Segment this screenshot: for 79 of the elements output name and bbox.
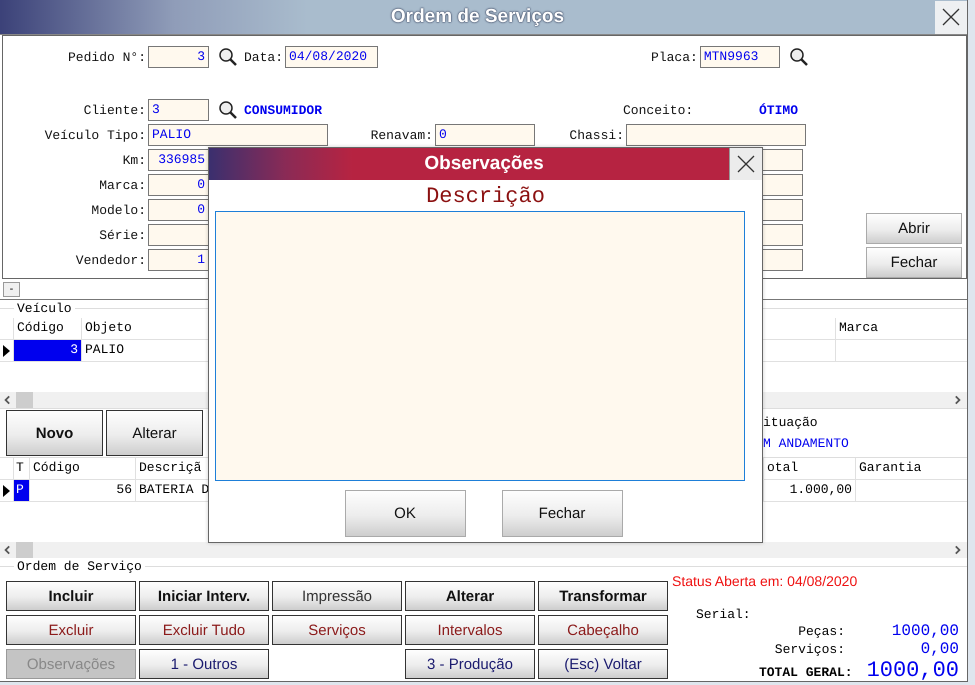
- input-field[interactable]: MTN9963: [700, 46, 780, 68]
- field-label: Chassi:: [568, 128, 624, 142]
- column-header: T: [13, 458, 29, 479]
- command-button[interactable]: (Esc) Voltar: [538, 649, 668, 679]
- field-label: Modelo:: [90, 202, 146, 218]
- dialog-button[interactable]: OK: [344, 490, 466, 537]
- column-header: Marca: [835, 318, 967, 339]
- group-title: Ordem de Serviço: [14, 559, 145, 574]
- field-label: Conceito:: [623, 102, 694, 118]
- field-label: Km:: [122, 152, 146, 168]
- command-button[interactable]: Transformar: [538, 581, 668, 611]
- close-icon: [941, 7, 961, 27]
- column-header: Garantia: [855, 458, 967, 479]
- input-field[interactable]: 0: [435, 124, 535, 146]
- scroll-thumb[interactable]: [16, 542, 33, 558]
- input-field[interactable]: PALIO: [148, 124, 328, 146]
- table-cell: 3: [13, 340, 81, 361]
- search-icon[interactable]: [218, 100, 238, 120]
- action-button[interactable]: Alterar: [106, 410, 203, 456]
- field-label: Cliente:: [82, 102, 146, 118]
- field-label: Pedido N°:: [66, 50, 146, 64]
- field-label: Vendedor:: [74, 252, 146, 268]
- form-button[interactable]: Fechar: [866, 247, 962, 278]
- column-header: Código: [13, 318, 81, 339]
- command-button[interactable]: Incluir: [6, 581, 136, 611]
- status-label: ituação: [763, 415, 819, 430]
- command-button[interactable]: 1 - Outros: [139, 649, 269, 679]
- command-button[interactable]: Excluir: [6, 615, 136, 645]
- total-label: Serviços:: [774, 642, 845, 657]
- close-button[interactable]: [729, 148, 762, 180]
- total-label: Peças:: [798, 624, 845, 639]
- field-label: Data:: [244, 50, 284, 64]
- table-cell: 56: [29, 480, 135, 501]
- window-title: Ordem de Serviços: [390, 6, 566, 28]
- field-label: Renavam:: [370, 128, 433, 142]
- client-name: CONSUMIDOR: [244, 102, 322, 118]
- command-button[interactable]: Alterar: [405, 581, 535, 611]
- collapse-button[interactable]: -: [3, 282, 20, 296]
- grand-total-value: 1000,00: [866, 658, 959, 683]
- status-text: Status Aberta em: 04/08/2020: [672, 573, 858, 589]
- command-button[interactable]: Cabeçalho: [538, 615, 668, 645]
- total-value: 1000,00: [890, 622, 959, 640]
- field-label: Veículo Tipo:: [44, 128, 146, 142]
- input-field[interactable]: 04/08/2020: [285, 46, 378, 68]
- serial-label: Serial:: [696, 607, 752, 622]
- field-label: Placa:: [651, 50, 698, 64]
- total-value: 0,00: [920, 640, 959, 658]
- table-cell: P: [13, 480, 29, 501]
- input-field[interactable]: 3: [148, 99, 209, 121]
- close-button[interactable]: [935, 0, 967, 34]
- input-field[interactable]: 1: [148, 249, 209, 271]
- input-field[interactable]: [626, 124, 806, 146]
- form-button[interactable]: Abrir: [866, 213, 962, 244]
- search-icon[interactable]: [788, 47, 809, 67]
- input-field[interactable]: 0: [148, 174, 209, 196]
- command-button[interactable]: Excluir Tudo: [139, 615, 269, 645]
- horizontal-scrollbar[interactable]: [0, 542, 967, 558]
- command-button[interactable]: Intervalos: [405, 615, 535, 645]
- column-header: Código: [29, 458, 135, 479]
- command-button[interactable]: 3 - Produção: [405, 649, 535, 679]
- command-button[interactable]: Iniciar Interv.: [139, 581, 269, 611]
- input-field[interactable]: 336985: [148, 149, 209, 171]
- dialog-heading: Descrição: [426, 184, 545, 209]
- close-icon: [736, 154, 756, 174]
- field-label: Série:: [98, 228, 146, 242]
- field-label: Marca:: [98, 178, 146, 192]
- command-button[interactable]: Serviços: [272, 615, 402, 645]
- grand-total-label: TOTAL GERAL:: [758, 665, 853, 680]
- status-value: M ANDAMENTO: [763, 436, 849, 451]
- rating-value: ÓTIMO: [759, 102, 798, 118]
- command-button[interactable]: Impressão: [272, 581, 402, 611]
- input-field[interactable]: 3: [148, 46, 209, 68]
- search-icon[interactable]: [218, 47, 238, 67]
- scroll-thumb[interactable]: [16, 392, 33, 408]
- dialog-title: Observações: [423, 153, 545, 175]
- input-field[interactable]: [148, 224, 209, 246]
- action-button[interactable]: Novo: [6, 410, 103, 456]
- dialog-button[interactable]: Fechar: [502, 490, 622, 537]
- input-field[interactable]: 0: [148, 199, 209, 221]
